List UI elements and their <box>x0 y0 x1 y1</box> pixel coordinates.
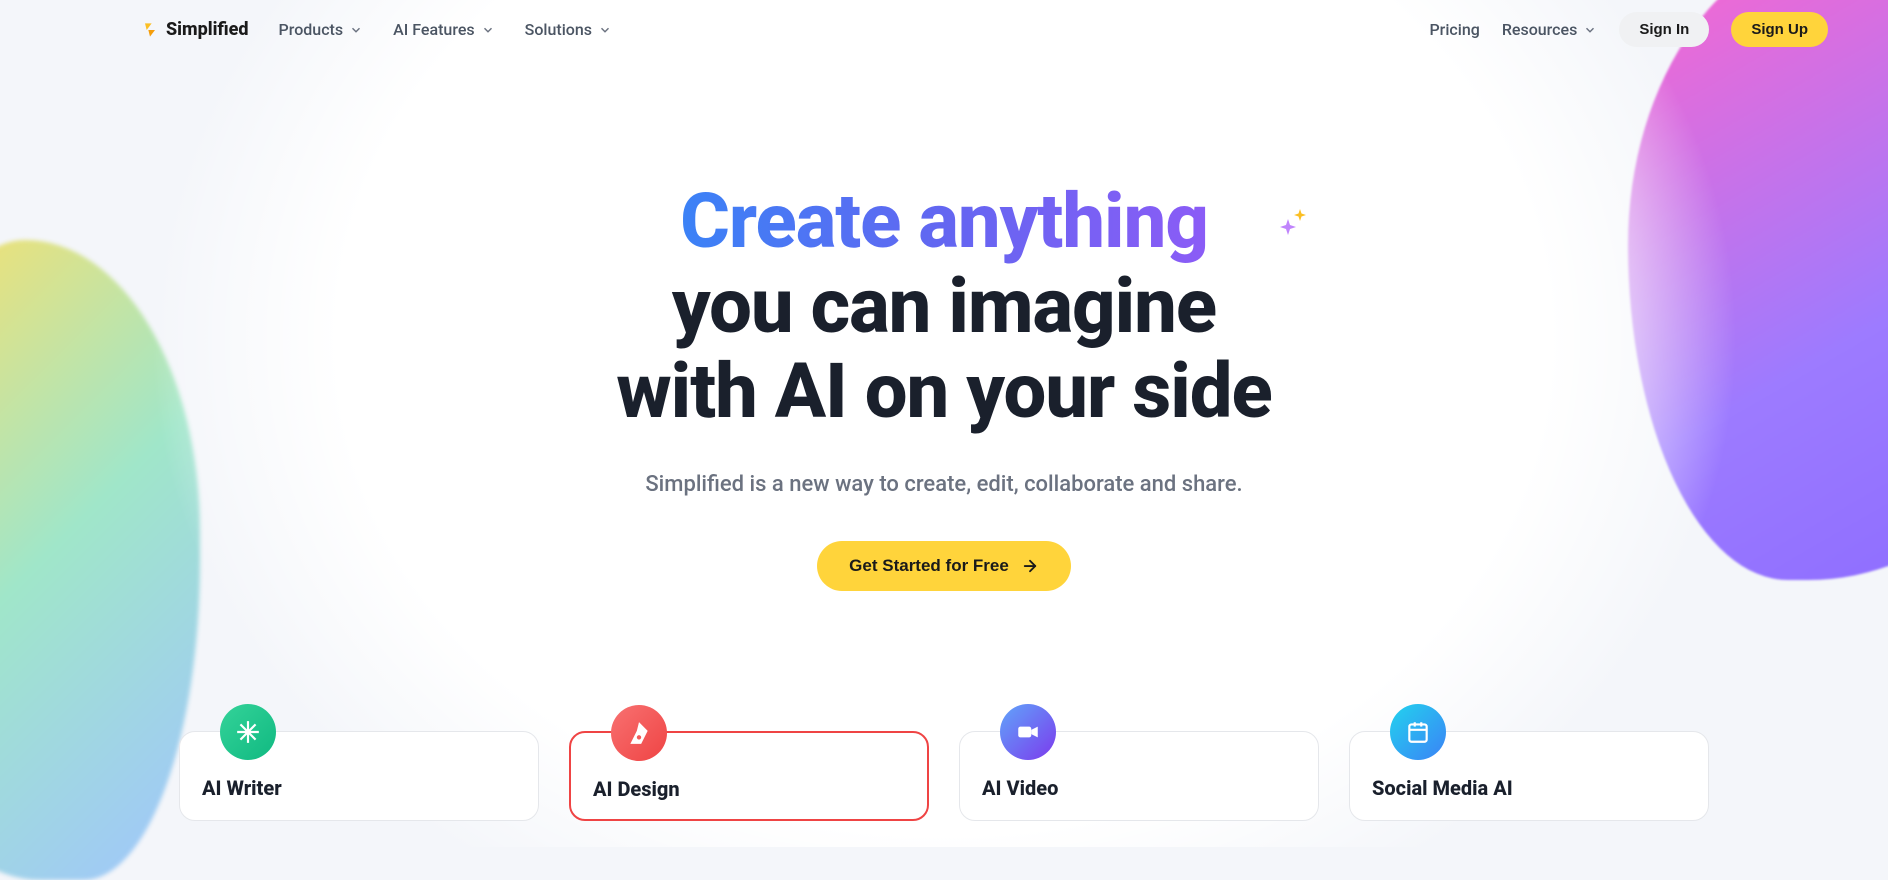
card-title: AI Video <box>982 776 1296 800</box>
nav-item-label: Solutions <box>525 20 592 39</box>
hero-section: Create anything you can imagine with AI … <box>0 179 1888 591</box>
card-title: AI Writer <box>202 776 516 800</box>
sign-in-button[interactable]: Sign In <box>1619 12 1709 47</box>
chevron-down-icon <box>481 23 495 37</box>
hero-line3: with AI on your side <box>616 346 1272 436</box>
card-ai-writer[interactable]: AI Writer <box>179 731 539 821</box>
nav-item-solutions[interactable]: Solutions <box>525 20 612 39</box>
logo-mark-icon <box>140 20 160 40</box>
hero-gradient-line: Create anything <box>680 176 1208 266</box>
card-ai-design[interactable]: AI Design <box>569 731 929 821</box>
chevron-down-icon <box>1583 23 1597 37</box>
sparkle-icon <box>1276 169 1308 254</box>
card-title: AI Design <box>593 777 905 801</box>
chevron-down-icon <box>349 23 363 37</box>
hero-title: Create anything you can imagine with AI … <box>616 179 1272 434</box>
nav-item-products[interactable]: Products <box>279 20 364 39</box>
card-ai-video[interactable]: AI Video <box>959 731 1319 821</box>
cta-label: Get Started for Free <box>849 556 1009 576</box>
chevron-down-icon <box>598 23 612 37</box>
pen-nib-icon <box>611 705 667 761</box>
nav-right-group: Pricing Resources Sign In Sign Up <box>1429 12 1828 47</box>
nav-item-ai-features[interactable]: AI Features <box>393 20 495 39</box>
hero-line2: you can imagine <box>672 261 1216 351</box>
calendar-icon <box>1390 704 1446 760</box>
hero-subtitle: Simplified is a new way to create, edit,… <box>0 472 1888 497</box>
get-started-button[interactable]: Get Started for Free <box>817 541 1071 591</box>
nav-link-pricing[interactable]: Pricing <box>1429 20 1479 39</box>
nav-left-group: Simplified Products AI Features Solution… <box>140 19 612 40</box>
nav-item-resources[interactable]: Resources <box>1502 20 1598 39</box>
top-nav: Simplified Products AI Features Solution… <box>0 0 1888 59</box>
video-camera-icon <box>1000 704 1056 760</box>
sign-up-button[interactable]: Sign Up <box>1731 12 1828 47</box>
card-title: Social Media AI <box>1372 776 1686 800</box>
feature-cards: AI Writer AI Design AI Video Social Medi… <box>0 731 1888 821</box>
logo[interactable]: Simplified <box>140 19 249 40</box>
snowflake-icon <box>220 704 276 760</box>
nav-item-label: Resources <box>1502 20 1578 39</box>
arrow-right-icon <box>1021 557 1039 575</box>
card-social-media-ai[interactable]: Social Media AI <box>1349 731 1709 821</box>
nav-item-label: Products <box>279 20 344 39</box>
nav-item-label: AI Features <box>393 20 475 39</box>
logo-text: Simplified <box>166 19 249 40</box>
